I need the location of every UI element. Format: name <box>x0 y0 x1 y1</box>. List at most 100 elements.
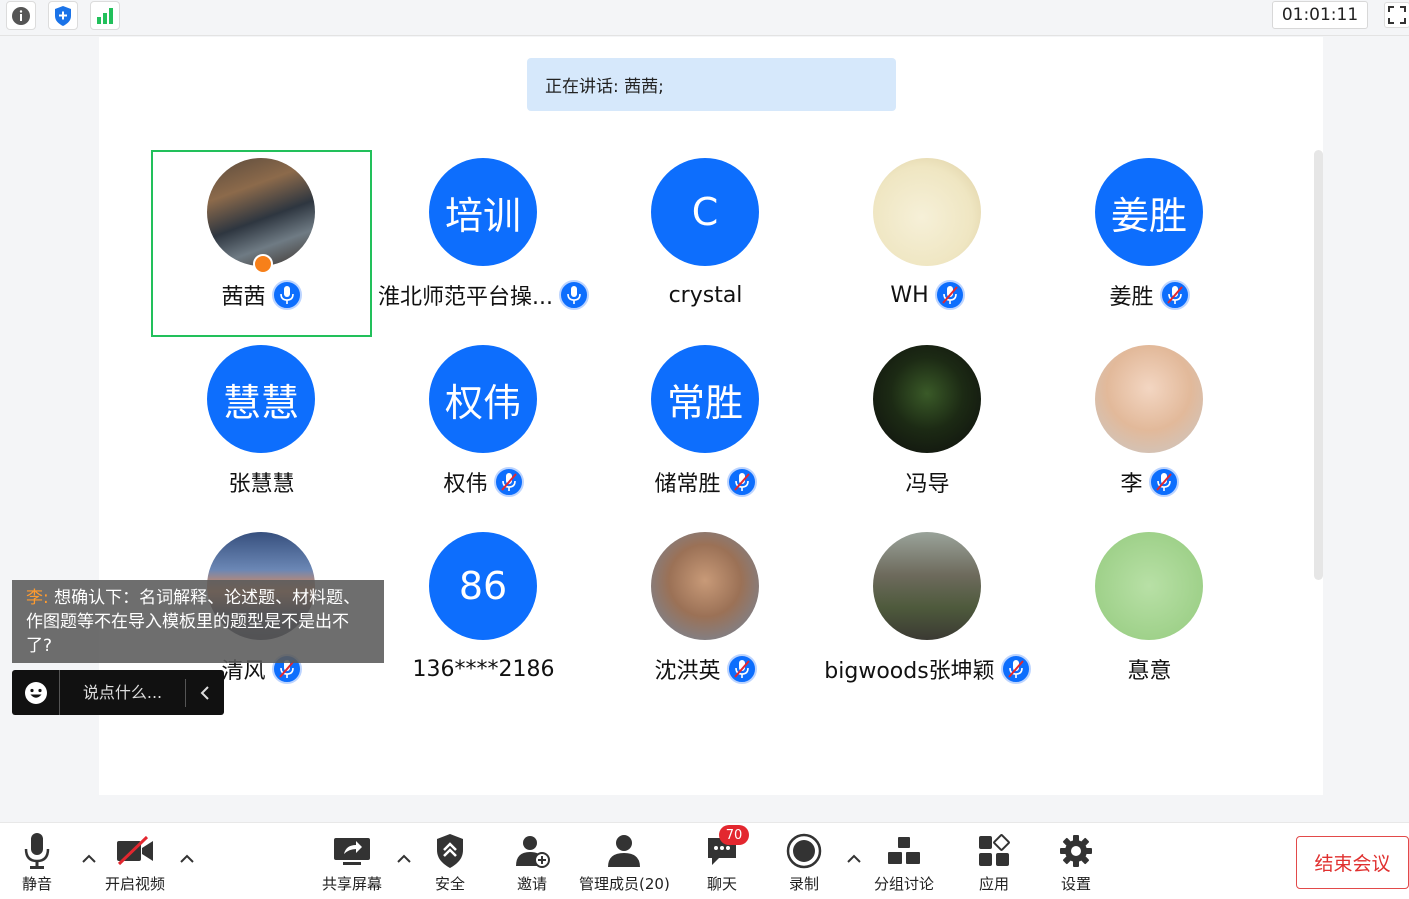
participant-name-row: 惪意 <box>1039 651 1260 687</box>
manage-members-button[interactable]: 管理成员(20) <box>579 831 670 894</box>
participant-tile[interactable]: 冯导 <box>817 337 1038 524</box>
avatar-initials: 常胜 <box>666 380 743 425</box>
participant-name: 储常胜 <box>654 472 721 497</box>
chat-sender: 李: <box>26 588 49 608</box>
participant-name: WH <box>890 282 929 308</box>
settings-label: 设置 <box>1060 875 1091 893</box>
mute-label: 静音 <box>22 875 53 893</box>
microphone-muted-icon <box>726 654 757 684</box>
chat-input-placeholder[interactable]: 说点什么... <box>60 678 186 707</box>
avatar-initials: 权伟 <box>444 380 521 425</box>
info-icon <box>12 6 30 25</box>
chat-button[interactable]: 70 聊天 <box>705 825 749 894</box>
record-button[interactable]: 录制 <box>786 831 822 894</box>
microphone-muted-icon <box>726 467 757 497</box>
participant-tile[interactable]: 惪意 <box>1039 524 1260 711</box>
participant-name-row: 茜茜 <box>153 277 370 313</box>
participant-tile[interactable]: 慧慧 张慧慧 <box>151 337 372 524</box>
participant-avatar <box>207 158 315 266</box>
chat-message-bubble: 李: 想确认下：名词解释、论述题、材料题、作图题等不在导入模板里的题型是不是出不… <box>12 580 384 663</box>
invite-button[interactable]: 邀请 <box>514 831 550 894</box>
avatar-initials: 86 <box>458 564 508 608</box>
apps-label: 应用 <box>978 875 1009 893</box>
end-meeting-button[interactable]: 结束会议 <box>1296 836 1409 889</box>
apps-icon <box>979 834 1010 866</box>
avatar-initials: C <box>691 190 719 234</box>
participant-tile[interactable]: 姜胜 姜胜 <box>1039 150 1260 337</box>
host-badge-icon <box>253 254 273 274</box>
video-options-caret[interactable] <box>179 851 195 867</box>
share-screen-label: 共享屏幕 <box>322 875 383 893</box>
chevron-up-icon <box>397 854 411 863</box>
collapse-chat-button[interactable] <box>186 685 224 700</box>
participant-name: 茜茜 <box>221 285 266 310</box>
mute-button[interactable]: 静音 <box>22 831 52 894</box>
add-user-icon <box>516 836 550 868</box>
chat-quick-input[interactable]: 说点什么... <box>12 670 224 715</box>
participant-tile[interactable]: bigwoods张坤颖 <box>817 524 1038 711</box>
share-screen-icon <box>334 838 370 865</box>
participant-tile[interactable]: 权伟 权伟 <box>373 337 594 524</box>
participant-name-row: WH <box>817 277 1038 313</box>
participant-name-row: 沈洪英 <box>595 651 816 687</box>
participant-avatar <box>651 532 759 640</box>
participant-tile[interactable]: 培训淮北师范平台操... <box>373 150 594 337</box>
participant-tile[interactable]: 茜茜 <box>151 150 372 337</box>
microphone-muted-icon <box>1148 467 1179 497</box>
participant-tile[interactable]: WH <box>817 150 1038 337</box>
participant-tile[interactable]: 常胜储常胜 <box>595 337 816 524</box>
audio-options-caret[interactable] <box>81 851 97 867</box>
participant-avatar: 慧慧 <box>207 345 315 453</box>
chevron-left-icon <box>200 685 209 700</box>
settings-button[interactable]: 设置 <box>1059 831 1093 894</box>
share-screen-button[interactable]: 共享屏幕 <box>322 831 382 894</box>
participant-name: 136****2186 <box>412 656 555 682</box>
participant-name: 沈洪英 <box>654 659 721 684</box>
security-status-button[interactable] <box>48 1 78 30</box>
network-status-button[interactable] <box>90 1 120 30</box>
microphone-on-icon <box>558 280 589 310</box>
participant-avatar: 86 <box>429 532 537 640</box>
chevron-up-icon <box>180 854 194 863</box>
participant-name: 权伟 <box>443 472 488 497</box>
breakout-rooms-button[interactable]: 分组讨论 <box>874 831 934 894</box>
gallery-scrollbar[interactable] <box>1314 150 1323 580</box>
participant-avatar: 常胜 <box>651 345 759 453</box>
info-button[interactable] <box>6 1 36 30</box>
breakout-icon <box>888 837 920 864</box>
participant-name-row: 冯导 <box>817 464 1038 500</box>
participant-name-row: 权伟 <box>373 464 594 500</box>
microphone-icon <box>24 833 50 869</box>
participant-tile[interactable]: 86 136****2186 <box>373 524 594 711</box>
record-label: 录制 <box>788 875 819 893</box>
security-label: 安全 <box>435 875 466 893</box>
participant-avatar <box>1095 345 1203 453</box>
participant-avatar: 培训 <box>429 158 537 266</box>
participant-name: crystal <box>668 282 743 308</box>
apps-button[interactable]: 应用 <box>977 831 1011 894</box>
members-icon <box>608 835 641 867</box>
microphone-on-icon <box>271 280 302 310</box>
start-video-button[interactable]: 开启视频 <box>105 831 165 894</box>
invite-label: 邀请 <box>516 875 547 893</box>
participant-name: 淮北师范平台操... <box>378 285 553 310</box>
shield-plus-icon <box>55 5 71 26</box>
participant-tile[interactable]: 沈洪英 <box>595 524 816 711</box>
participant-name-row: 136****2186 <box>373 651 594 687</box>
emoji-button[interactable] <box>12 670 60 715</box>
participant-tile[interactable]: 李 <box>1039 337 1260 524</box>
share-options-caret[interactable] <box>396 851 412 867</box>
participant-name-row: 李 <box>1039 464 1260 500</box>
participant-avatar: C <box>651 158 759 266</box>
fullscreen-button[interactable] <box>1384 2 1409 28</box>
gear-icon <box>1060 835 1092 867</box>
microphone-muted-icon <box>1000 654 1031 684</box>
security-button[interactable]: 安全 <box>435 831 465 894</box>
participant-name: 惪意 <box>1127 659 1172 684</box>
participant-tile[interactable]: Ccrystal <box>595 150 816 337</box>
participant-name-row: crystal <box>595 277 816 313</box>
record-options-caret[interactable] <box>846 851 862 867</box>
speaking-indicator: 正在讲话: 茜茜; <box>527 58 896 111</box>
avatar-initials: 姜胜 <box>1110 193 1187 238</box>
microphone-muted-icon <box>1159 280 1190 310</box>
